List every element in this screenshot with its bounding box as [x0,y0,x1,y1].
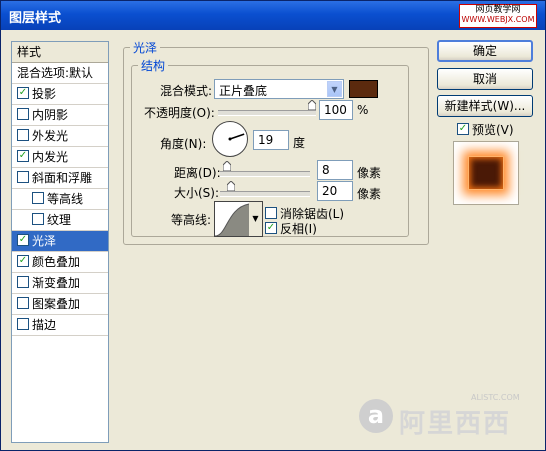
style-list-item[interactable]: 颜色叠加 [12,252,108,273]
checkbox-icon[interactable] [32,192,44,204]
angle-label: 角度(N): [160,137,207,151]
style-preview-thumbnail [453,141,519,205]
style-list-item-label: 内发光 [32,150,69,164]
watermark-logo-top: 网页教学网 WWW.WEBJX.COM [459,4,537,28]
opacity-slider-track[interactable] [218,110,316,116]
style-list-item-label: 等高线 [47,192,84,206]
size-label: 大小(S): [174,186,220,200]
distance-slider-thumb[interactable] [222,161,231,171]
style-list-item[interactable]: 纹理 [12,210,108,231]
style-list-item[interactable]: 内阴影 [12,105,108,126]
watermark-top-line2: WWW.WEBJX.COM [461,15,535,24]
anti-alias-label: 消除锯齿(L) [280,207,345,221]
new-style-button[interactable]: 新建样式(W)... [437,95,533,117]
size-slider-track[interactable] [220,191,310,197]
blending-options-item[interactable]: 混合选项:默认 [12,63,108,84]
title-bar[interactable]: 图层样式 网页教学网 WWW.WEBJX.COM [1,1,545,30]
checkbox-icon[interactable] [17,318,29,330]
style-list-item[interactable]: 描边 [12,315,108,336]
satin-section-title: 光泽 [130,39,161,56]
contour-picker[interactable] [214,201,250,237]
distance-label: 距离(D): [174,166,221,180]
style-list-item-label: 投影 [32,87,57,101]
checkbox-icon[interactable] [17,255,29,267]
preview-swatch [468,156,504,190]
size-input[interactable]: 20 [317,181,353,201]
contour-label: 等高线: [171,213,212,227]
style-list-item[interactable]: 外发光 [12,126,108,147]
distance-unit: 像素 [357,166,382,180]
size-unit: 像素 [357,187,382,201]
style-list-item-label: 内阴影 [32,108,69,122]
layer-style-dialog: 图层样式 网页教学网 WWW.WEBJX.COM 样式 混合选项:默认 投影内阴… [0,0,546,451]
invert-check-icon [265,222,277,234]
watermark-bottom-small: ALISTC.COM [471,393,520,402]
watermark-circle-icon: a [359,399,393,433]
style-list-item-label: 描边 [32,318,57,332]
checkbox-icon[interactable] [17,297,29,309]
style-list-item-label: 外发光 [32,129,69,143]
checkbox-icon[interactable] [17,171,29,183]
angle-dial[interactable] [212,121,248,157]
checkbox-icon[interactable] [17,234,29,246]
opacity-unit: % [357,103,369,117]
cancel-button[interactable]: 取消 [437,68,533,90]
style-list-item-label: 颜色叠加 [32,255,81,269]
watermark-top-line1: 网页教学网 [475,5,521,15]
opacity-slider-thumb[interactable] [308,100,316,110]
angle-unit: 度 [293,136,306,150]
style-list-item[interactable]: 斜面和浮雕 [12,168,108,189]
style-list-item-label: 纹理 [47,213,72,227]
blend-mode-select[interactable]: 正片叠底 ▼ [214,79,344,99]
style-list-item[interactable]: 光泽 [12,231,108,252]
contour-dropdown-icon[interactable]: ▼ [249,201,263,237]
style-list-item[interactable]: 渐变叠加 [12,273,108,294]
style-list-item-label: 图案叠加 [32,297,81,311]
checkbox-icon[interactable] [17,108,29,120]
style-list-header[interactable]: 样式 [12,42,108,63]
checkbox-icon[interactable] [17,87,29,99]
ok-button[interactable]: 确定 [437,40,533,62]
distance-input[interactable]: 8 [317,160,353,180]
checkbox-icon[interactable] [32,213,44,225]
invert-checkbox[interactable]: 反相(I) [265,220,317,237]
anti-alias-check-icon [265,207,277,219]
angle-input[interactable]: 19 [253,130,289,150]
chevron-down-icon: ▼ [327,81,342,97]
checkbox-icon[interactable] [17,276,29,288]
style-list-item[interactable]: 图案叠加 [12,294,108,315]
blend-mode-label: 混合模式: [160,84,213,98]
opacity-label: 不透明度(O): [144,106,215,120]
style-list-item-label: 光泽 [32,234,57,248]
structure-title: 结构 [138,57,169,74]
invert-label: 反相(I) [280,222,317,236]
window-title: 图层样式 [9,11,62,26]
watermark-logo-bottom: a ALISTC.COM 阿里西西 [359,393,539,439]
style-list-item[interactable]: 等高线 [12,189,108,210]
distance-slider-track[interactable] [220,171,310,177]
opacity-input[interactable]: 100 [319,100,353,120]
preview-checkbox[interactable]: 预览(V) [457,121,514,138]
style-list-item-label: 斜面和浮雕 [32,171,93,185]
checkbox-icon[interactable] [17,129,29,141]
preview-check-icon [457,123,469,135]
preview-label: 预览(V) [472,123,514,137]
watermark-bottom-text: 阿里西西 [399,409,512,439]
style-list: 样式 混合选项:默认 投影内阴影外发光内发光斜面和浮雕等高线纹理光泽颜色叠加渐变… [11,41,109,443]
style-list-item-label: 渐变叠加 [32,276,81,290]
satin-color-swatch[interactable] [349,80,378,98]
style-list-item[interactable]: 投影 [12,84,108,105]
size-slider-thumb[interactable] [226,181,235,191]
checkbox-icon[interactable] [17,150,29,162]
style-list-item[interactable]: 内发光 [12,147,108,168]
blend-mode-value: 正片叠底 [219,84,268,98]
